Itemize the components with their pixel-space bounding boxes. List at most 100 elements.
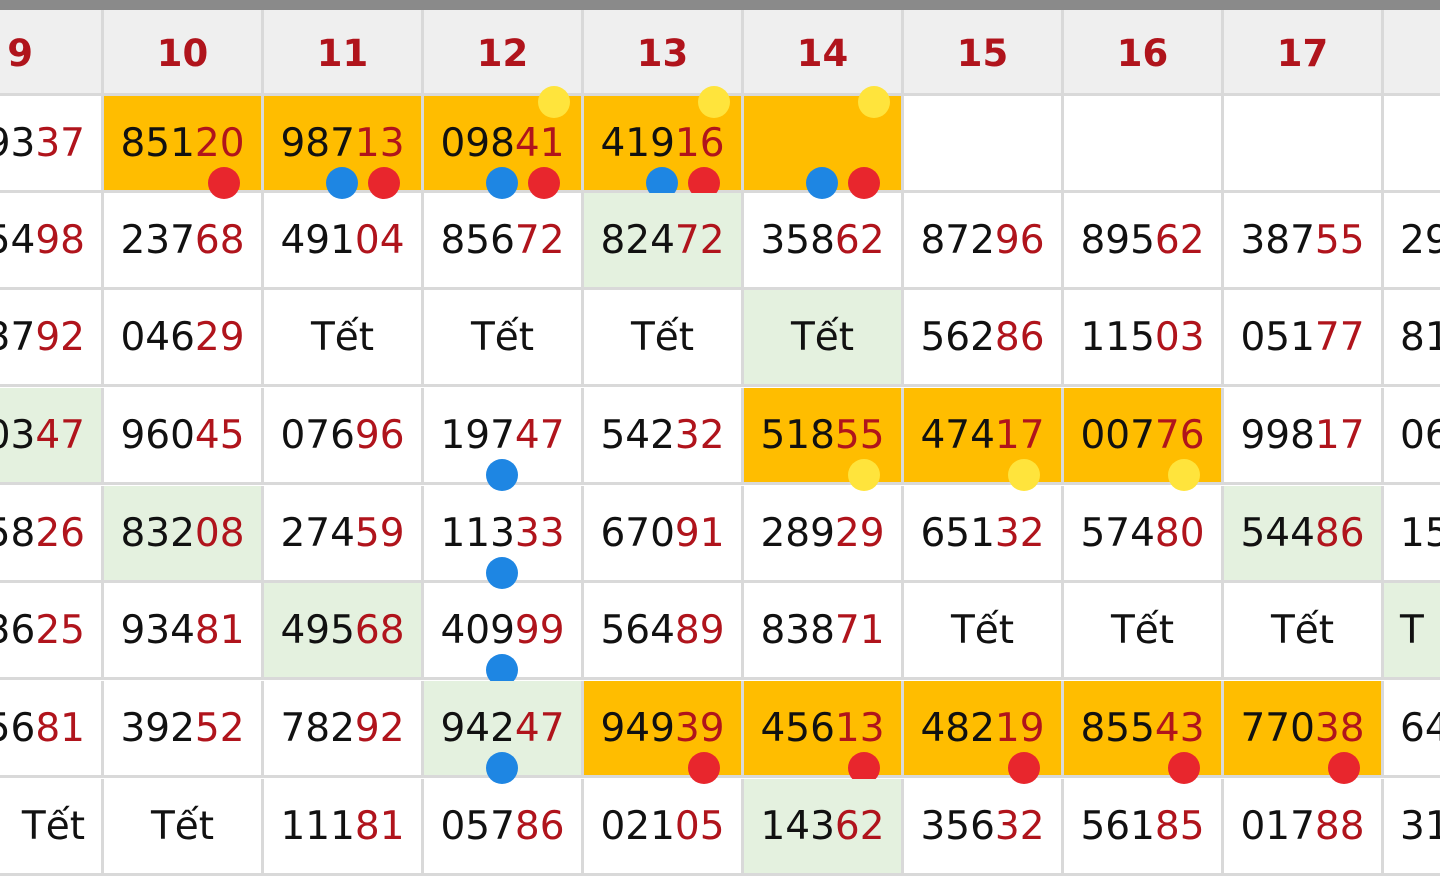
result-cell: 81 bbox=[1384, 290, 1440, 387]
lottery-number: 85672 bbox=[440, 217, 565, 263]
result-cell: 04629 bbox=[104, 290, 264, 387]
result-cell: 98713 bbox=[264, 96, 424, 199]
result-cell: 85672 bbox=[424, 193, 584, 290]
result-cell: 83208 bbox=[104, 486, 264, 583]
result-cell: 94247 bbox=[424, 681, 584, 784]
result-cell: 00776 bbox=[1064, 388, 1224, 491]
lottery-number: 05786 bbox=[440, 803, 565, 849]
lottery-number: 35862 bbox=[760, 217, 885, 263]
result-cell: 35862 bbox=[744, 193, 904, 290]
result-cell: 11181 bbox=[264, 779, 424, 876]
result-cell: 45613 bbox=[744, 681, 904, 784]
lottery-number: 01788 bbox=[1240, 803, 1365, 849]
holiday-cell: Tết bbox=[1064, 583, 1224, 680]
holiday-cell: Tết bbox=[264, 290, 424, 387]
result-cell: 9337 bbox=[0, 96, 104, 193]
result-cell: 78292 bbox=[264, 681, 424, 778]
result-cell: 23768 bbox=[104, 193, 264, 290]
result-cell: 54232 bbox=[584, 388, 744, 485]
holiday-label: Tết bbox=[310, 314, 375, 360]
day-header-17: 17 bbox=[1224, 10, 1384, 96]
lottery-number: 48219 bbox=[920, 705, 1045, 751]
result-cell: 65132 bbox=[904, 486, 1064, 583]
result-cell: 48219 bbox=[904, 681, 1064, 784]
result-cell: 56489 bbox=[584, 583, 744, 680]
lottery-number: 07696 bbox=[280, 412, 405, 458]
holiday-label: Tết bbox=[150, 803, 215, 849]
lottery-number: 82472 bbox=[600, 217, 725, 263]
result-cell: 49104 bbox=[264, 193, 424, 290]
lottery-number: 78292 bbox=[280, 705, 405, 751]
holiday-cell: Tết bbox=[1224, 583, 1384, 680]
lottery-number: 85120 bbox=[120, 120, 245, 166]
lottery-number: 83871 bbox=[760, 607, 885, 653]
result-cell: 54486 bbox=[1224, 486, 1384, 583]
day-header-16: 16 bbox=[1064, 10, 1224, 96]
result-cell: 05786 bbox=[424, 779, 584, 876]
lottery-number: 56489 bbox=[600, 607, 725, 653]
holiday-label: Tết bbox=[630, 314, 695, 360]
result-cell: 35632 bbox=[904, 779, 1064, 876]
holiday-label: Tết bbox=[470, 314, 535, 360]
result-cell: 96045 bbox=[104, 388, 264, 485]
result-cell: 11333 bbox=[424, 486, 584, 589]
lottery-number: 06 bbox=[1400, 412, 1440, 458]
lottery-number: 94247 bbox=[440, 705, 565, 751]
result-cell: 82472 bbox=[584, 193, 744, 290]
holiday-label: Tết bbox=[790, 314, 855, 360]
lottery-number: 39252 bbox=[120, 705, 245, 751]
top-divider-bar bbox=[0, 0, 1440, 10]
result-cell: 85120 bbox=[104, 96, 264, 199]
lottery-number: 45613 bbox=[760, 705, 885, 751]
result-cell: 83871 bbox=[744, 583, 904, 680]
holiday-label: Tết bbox=[1110, 607, 1175, 653]
lottery-number: 9337 bbox=[0, 120, 85, 166]
result-cell bbox=[1224, 96, 1384, 193]
result-cell: 09841 bbox=[424, 86, 584, 199]
lottery-number: 56286 bbox=[920, 314, 1045, 360]
result-cell: 85543 bbox=[1064, 681, 1224, 784]
day-header-13: 13 bbox=[584, 10, 744, 96]
result-cell: 5498 bbox=[0, 193, 104, 290]
result-cell: 99817 bbox=[1224, 388, 1384, 485]
day-header-11: 11 bbox=[264, 10, 424, 96]
lottery-number: 3625 bbox=[0, 607, 85, 653]
lottery-number: 64 bbox=[1400, 705, 1440, 751]
lottery-number: 99817 bbox=[1240, 412, 1365, 458]
holiday-cell: Tết bbox=[904, 583, 1064, 680]
result-cell: 02105 bbox=[584, 779, 744, 876]
lottery-number: 5498 bbox=[0, 217, 85, 263]
result-cell: 94939 bbox=[584, 681, 744, 784]
result-cell: 56286 bbox=[904, 290, 1064, 387]
holiday-cell: T bbox=[1384, 583, 1440, 680]
lottery-number: 04629 bbox=[120, 314, 245, 360]
result-cell: 07696 bbox=[264, 388, 424, 485]
lottery-number: 28929 bbox=[760, 510, 885, 556]
lottery-number: 98713 bbox=[280, 120, 405, 166]
lottery-results-grid: 9101112131415161793378512098713098414191… bbox=[0, 0, 1440, 880]
result-cell: 64 bbox=[1384, 681, 1440, 778]
result-cell: 11503 bbox=[1064, 290, 1224, 387]
result-cell bbox=[1064, 96, 1224, 193]
holiday-cell: Tết bbox=[584, 290, 744, 387]
lottery-number: 57480 bbox=[1080, 510, 1205, 556]
result-cell: 77038 bbox=[1224, 681, 1384, 784]
result-cell: 56185 bbox=[1064, 779, 1224, 876]
lottery-number: 65132 bbox=[920, 510, 1045, 556]
holiday-cell: Tết bbox=[424, 290, 584, 387]
holiday-label: Tết bbox=[950, 607, 1015, 653]
result-cell: 3625 bbox=[0, 583, 104, 680]
result-cell: 27459 bbox=[264, 486, 424, 583]
lottery-number: 49104 bbox=[280, 217, 405, 263]
lottery-number: 05177 bbox=[1240, 314, 1365, 360]
lottery-number: 67091 bbox=[600, 510, 725, 556]
lottery-number: 94939 bbox=[600, 705, 725, 751]
lottery-number: 40999 bbox=[440, 607, 565, 653]
lottery-number: 00776 bbox=[1080, 412, 1205, 458]
result-cell: 15 bbox=[1384, 486, 1440, 583]
result-cell: 47417 bbox=[904, 388, 1064, 491]
lottery-number: 96045 bbox=[120, 412, 245, 458]
lottery-number: 29 bbox=[1400, 217, 1440, 263]
result-cell: 28929 bbox=[744, 486, 904, 583]
lottery-number: 51855 bbox=[760, 412, 885, 458]
